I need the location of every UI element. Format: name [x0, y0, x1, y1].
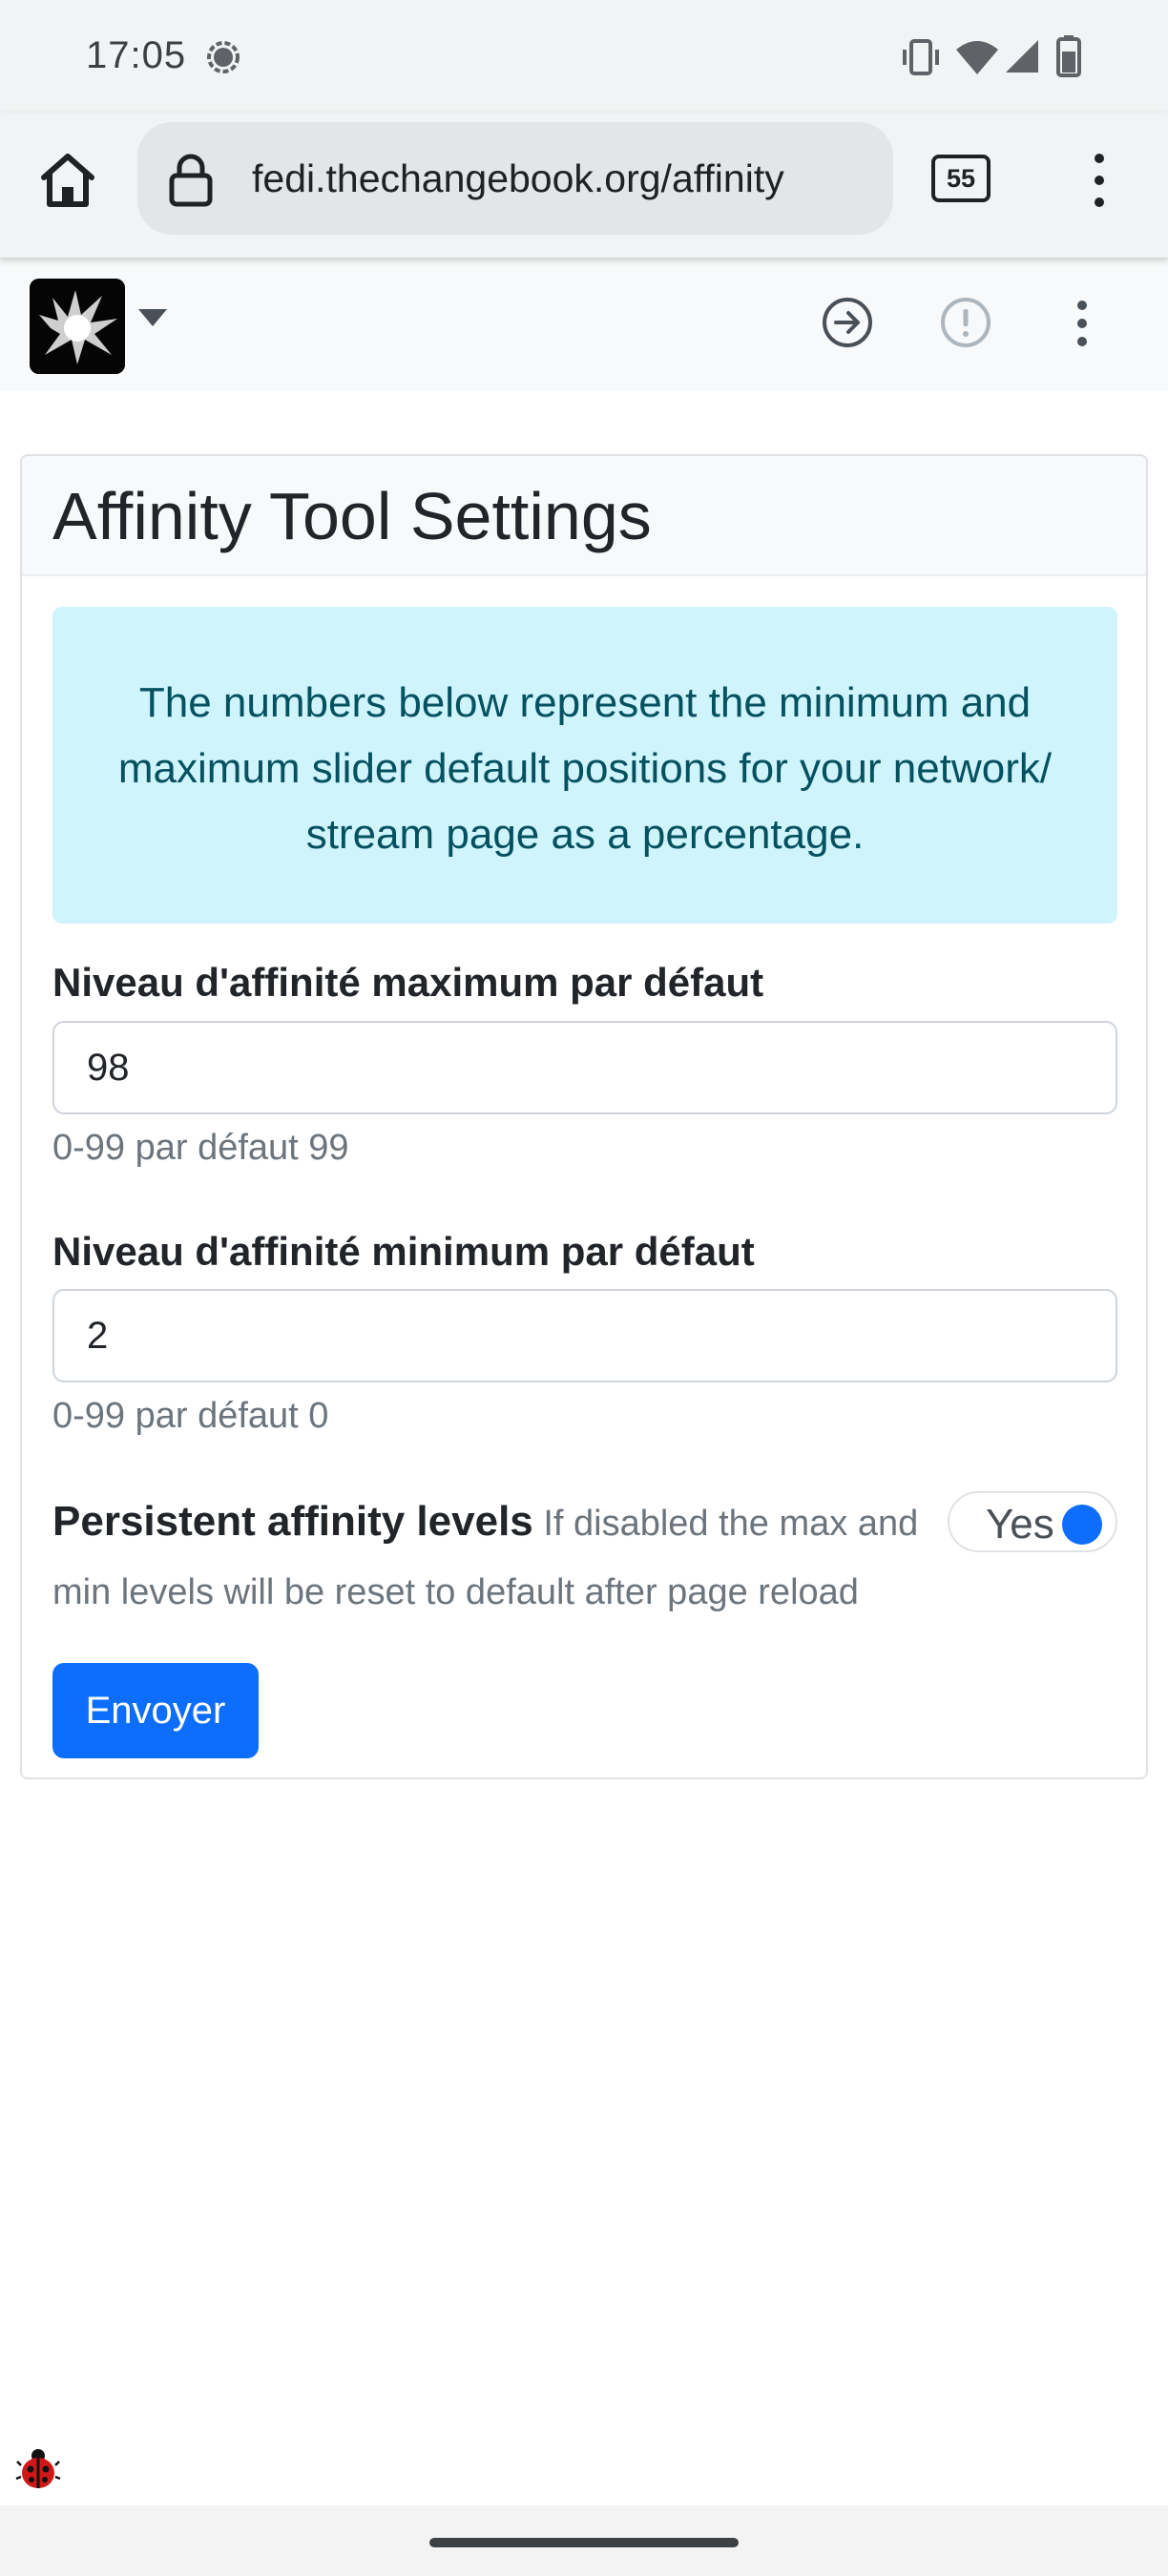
min-level-input[interactable]	[52, 1289, 1117, 1382]
persistent-levels-description-1: If disabled the max and	[543, 1504, 919, 1544]
wifi-icon	[956, 41, 998, 74]
page-title: Affinity Tool Settings	[52, 479, 652, 553]
max-level-label: Niveau d'affinité maximum par défaut	[52, 960, 764, 1005]
settings-card: Affinity Tool Settings The numbers below…	[20, 454, 1148, 1779]
status-time: 17:05	[86, 34, 187, 76]
notice-icon[interactable]	[939, 296, 992, 349]
lock-icon[interactable]	[166, 153, 216, 208]
avatar[interactable]	[30, 279, 125, 374]
chat-bubble-icon	[207, 41, 240, 73]
toggle-knob	[1062, 1505, 1102, 1545]
status-bar: 17:05	[0, 0, 1168, 113]
min-level-label: Niveau d'affinité minimum par défaut	[52, 1229, 755, 1274]
submit-button[interactable]: Envoyer	[52, 1663, 259, 1758]
info-alert: The numbers below represent the minimum …	[52, 607, 1117, 924]
navigation-gesture-area	[0, 2505, 1168, 2576]
persistent-levels-label: Persistent affinity levels	[52, 1498, 533, 1545]
signal-icon	[1006, 40, 1038, 73]
kebab-menu-icon[interactable]	[1071, 300, 1094, 347]
caret-down-icon[interactable]	[136, 307, 169, 328]
tab-switcher-button[interactable]: 55	[931, 155, 991, 202]
vibrate-icon	[903, 39, 939, 75]
card-header: Affinity Tool Settings	[22, 456, 1146, 576]
url-text: fedi.thechangebook.org/affinity	[252, 156, 784, 200]
login-arrow-icon[interactable]	[821, 296, 874, 349]
max-level-input[interactable]	[52, 1021, 1117, 1114]
info-text: The numbers below represent the minimum …	[117, 679, 1053, 858]
persistent-levels-row: Persistent affinity levels If disabled t…	[52, 1498, 918, 1546]
address-bar[interactable]: fedi.thechangebook.org/affinity	[137, 122, 893, 235]
max-level-help: 0-99 par défaut 99	[52, 1128, 349, 1168]
ladybug-icon[interactable]	[15, 2446, 61, 2492]
min-level-help: 0-99 par défaut 0	[52, 1396, 329, 1436]
gesture-handle[interactable]	[429, 2538, 739, 2547]
browser-toolbar: fedi.thechangebook.org/affinity 55	[0, 113, 1168, 258]
avatar-image	[30, 279, 125, 374]
toggle-label: Yes	[986, 1501, 1054, 1548]
menu-dots-icon[interactable]	[1084, 151, 1115, 210]
tab-count: 55	[946, 163, 976, 193]
persistent-levels-toggle[interactable]: Yes	[948, 1491, 1117, 1552]
persistent-levels-description-2: min levels will be reset to default afte…	[52, 1572, 859, 1612]
battery-icon	[1056, 35, 1081, 77]
home-icon[interactable]	[36, 149, 99, 212]
site-navbar	[0, 258, 1168, 391]
